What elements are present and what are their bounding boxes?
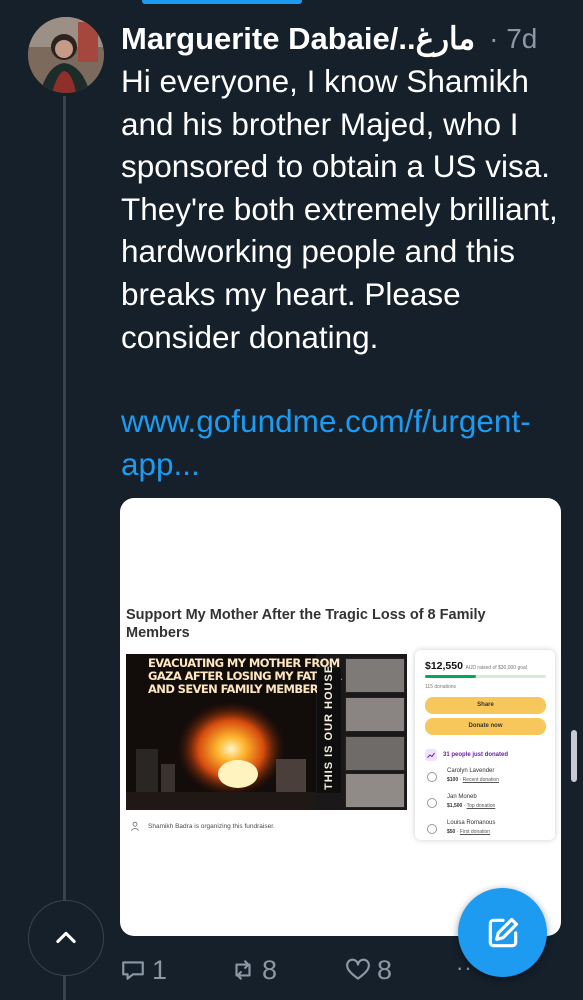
scrollbar-thumb[interactable] [571,730,577,782]
amount-raised-line: $12,550 AUD raised of $30,000 goal [425,660,527,672]
reply-icon [122,961,144,980]
tweet-timestamp[interactable]: · 7d [489,23,537,55]
thread-line [63,96,66,1000]
like-count: 8 [377,954,393,985]
photo-vertical-text: THIS IS OUR HOUSE [323,664,335,790]
tweet-actions: 1 8 8 [120,952,490,988]
donor-icon [427,772,437,782]
people-donated: 31 people just donated [425,748,550,762]
retweet-count: 8 [262,954,278,985]
donations-count: 115 donations [425,684,457,690]
progress-bar [425,675,546,678]
compose-icon [488,917,518,947]
donor-meta: $100 · Recent donation [447,777,499,783]
photo-thumb [345,736,405,771]
donor-tag: First donation [459,829,491,835]
photo-thumb [345,697,405,732]
donor-item: Jan Moneb $1,500 · Top donation [425,794,550,816]
retweet-icon [235,960,251,980]
donor-meta: $50 · First donation [447,829,491,835]
donor-icon [427,824,437,834]
donor-tag: Recent donation [462,777,499,783]
compose-button[interactable] [458,888,547,977]
photo-thumb [345,773,405,808]
author-name[interactable]: Marguerite Dabaie/..مارغ [121,21,475,57]
organizer-line: Shamikh Badra is organizing this fundrai… [130,818,390,834]
donor-name: Jan Moneb [447,794,477,800]
donor-tag: Top donation [466,803,496,809]
retweet-button[interactable]: 8 [230,952,277,988]
scroll-to-top-button[interactable] [28,900,104,976]
goal-text: AUD raised of $30,000 goal [465,665,527,671]
reply-count: 1 [152,954,168,985]
photo-vertical-caption: THIS IS OUR HOUSE [317,664,341,793]
donor-name: Carolyn Lavender [447,768,495,774]
donor-meta: $1,500 · Top donation [447,803,496,809]
avatar[interactable] [28,17,104,93]
top-accent-bar [142,0,302,4]
like-icon [346,958,370,980]
donate-now-button[interactable]: Donate now [425,718,546,735]
link-preview-card[interactable]: Support My Mother After the Tragic Loss … [120,498,561,936]
donation-panel: $12,550 AUD raised of $30,000 goal 115 d… [415,650,555,840]
like-button[interactable]: 8 [345,952,392,988]
donor-amount: $1,500 [447,803,463,809]
donor-amount: $100 [447,777,459,783]
photo-thumb [345,658,405,693]
donor-icon [427,798,437,808]
donor-name: Louisa Romanous [447,820,496,826]
tweet-body: Hi everyone, I know Shamikh and his brot… [121,63,558,355]
share-button[interactable]: Share [425,697,546,714]
chevron-up-icon [56,931,76,944]
trend-icon [425,749,437,761]
donor-amount: $50 [447,829,456,835]
user-icon [130,821,140,831]
donor-item: Louisa Romanous $50 · First donation [425,820,550,842]
amount-raised: $12,550 [425,660,463,672]
tweet-header: Marguerite Dabaie/..مارغ · 7d [121,14,571,64]
card-title: Support My Mother After the Tragic Loss … [126,607,486,641]
people-donated-text: 31 people just donated [443,752,509,758]
donor-item: Carolyn Lavender $100 · Recent donation [425,768,550,790]
avatar-photo [28,17,104,93]
tweet-link[interactable]: www.gofundme.com/f/urgent-app... [121,400,571,485]
progress-fill [425,675,476,678]
fundraiser-photo: Evacuating my mother from Gaza after los… [126,654,407,810]
organizer-text: Shamikh Badra is organizing this fundrai… [148,822,275,830]
reply-button[interactable]: 1 [120,952,167,988]
